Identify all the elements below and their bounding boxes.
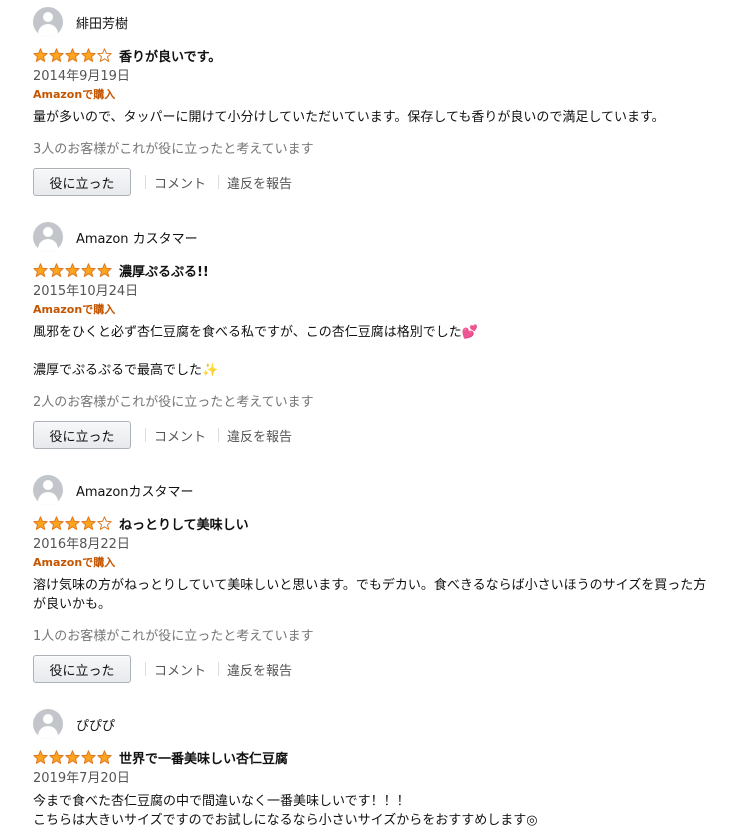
review-body-paragraph: 溶け気味の方がねっとりしていて美味しいと思います。でもデカい。食べきるならば小さ… — [33, 578, 707, 612]
review-card: 緋田芳樹 香りが良いです。 2014年9月19日 Amazonで購入 量が多いの… — [33, 7, 713, 202]
review-title[interactable]: 世界で一番美味しい杏仁豆腐 — [119, 748, 288, 767]
reviewer-name: Amazon カスタマー — [76, 231, 198, 247]
star-filled-icon — [33, 263, 48, 277]
helpful-count-text: 1人のお客様がこれが役に立ったと考えています — [33, 629, 314, 644]
helpful-button[interactable]: 役に立った — [33, 421, 131, 449]
star-filled-icon — [97, 750, 112, 764]
divider — [218, 428, 220, 442]
star-filled-icon — [65, 750, 80, 764]
star-filled-icon — [49, 263, 64, 277]
reviewer-profile[interactable]: 緋田芳樹 — [33, 7, 128, 37]
star-filled-icon — [65, 516, 80, 530]
star-filled-icon — [81, 516, 96, 530]
verified-purchase-badge[interactable]: Amazonで購入 — [33, 301, 115, 317]
helpful-count-text: 3人のお客様がこれが役に立ったと考えています — [33, 142, 314, 157]
star-rating[interactable] — [33, 750, 112, 765]
report-abuse-link[interactable]: 違反を報告 — [227, 660, 292, 679]
star-filled-icon — [97, 263, 112, 277]
review-body: 風邪をひくと必ず杏仁豆腐を食べる私ですが、この杏仁豆腐は格別でした💕 濃厚でぷる… — [33, 323, 713, 380]
star-filled-icon — [33, 516, 48, 530]
star-filled-icon — [49, 48, 64, 62]
review-title[interactable]: 濃厚ぷるぷる!! — [119, 261, 209, 280]
star-rating[interactable] — [33, 48, 112, 63]
star-empty-icon — [97, 48, 112, 62]
comment-link[interactable]: コメント — [154, 660, 206, 679]
star-filled-icon — [49, 516, 64, 530]
report-abuse-link[interactable]: 違反を報告 — [227, 426, 292, 445]
review-body-paragraph: こちらは大きいサイズですのでお試しになるなら小さいサイズからをおすすめします◎ — [33, 813, 538, 828]
review-date: 2019年7月20日 — [33, 771, 130, 786]
default-user-avatar-icon — [33, 222, 63, 252]
star-filled-icon — [65, 48, 80, 62]
review-card: Amazon カスタマー 濃厚ぷるぷる!! 2015年10月24日 Amazon… — [33, 222, 713, 454]
comment-link[interactable]: コメント — [154, 173, 206, 192]
review-card: Amazonカスタマー ねっとりして美味しい 2016年8月22日 Amazon… — [33, 475, 713, 689]
reviewer-profile[interactable]: Amazon カスタマー — [33, 222, 198, 252]
star-rating[interactable] — [33, 263, 112, 278]
review-title[interactable]: ねっとりして美味しい — [119, 514, 249, 533]
review-body-paragraph: 風邪をひくと必ず杏仁豆腐を食べる私ですが、この杏仁豆腐は格別でした💕 — [33, 325, 478, 340]
divider — [218, 662, 220, 676]
verified-purchase-badge[interactable]: Amazonで購入 — [33, 86, 115, 102]
review-card: ぴぴぴ 世界で一番美味しい杏仁豆腐 2019年7月20日 今まで食べた杏仁豆腐の… — [33, 709, 713, 836]
divider — [145, 662, 146, 676]
star-rating[interactable] — [33, 516, 112, 531]
divider — [218, 175, 220, 189]
review-body-paragraph: 濃厚でぷるぷるで最高でした✨ — [33, 363, 219, 378]
helpful-button[interactable]: 役に立った — [33, 655, 131, 683]
divider — [145, 175, 146, 189]
star-filled-icon — [33, 48, 48, 62]
reviewer-profile[interactable]: Amazonカスタマー — [33, 475, 194, 505]
report-abuse-link[interactable]: 違反を報告 — [227, 173, 292, 192]
reviewer-name: Amazonカスタマー — [76, 484, 194, 500]
star-filled-icon — [81, 263, 96, 277]
divider — [145, 428, 146, 442]
review-date: 2016年8月22日 — [33, 537, 130, 552]
star-filled-icon — [81, 48, 96, 62]
star-filled-icon — [65, 263, 80, 277]
helpful-button[interactable]: 役に立った — [33, 168, 131, 196]
helpful-count-text: 2人のお客様がこれが役に立ったと考えています — [33, 395, 314, 410]
star-filled-icon — [49, 750, 64, 764]
review-body: 今まで食べた杏仁豆腐の中で間違いなく一番美味しいです！！！ こちらは大きいサイズ… — [33, 792, 713, 830]
default-user-avatar-icon — [33, 709, 63, 739]
review-date: 2014年9月19日 — [33, 69, 130, 84]
review-body: 溶け気味の方がねっとりしていて美味しいと思います。でもデカい。食べきるならば小さ… — [33, 576, 713, 614]
verified-purchase-badge[interactable]: Amazonで購入 — [33, 554, 115, 570]
reviewer-name: 緋田芳樹 — [76, 16, 129, 32]
default-user-avatar-icon — [33, 475, 63, 505]
star-empty-icon — [97, 516, 112, 530]
reviewer-profile[interactable]: ぴぴぴ — [33, 709, 115, 739]
comment-link[interactable]: コメント — [154, 426, 206, 445]
review-body-paragraph: 量が多いので、タッパーに開けて小分けしていただいています。保存しても香りが良いの… — [33, 110, 665, 125]
review-body: 量が多いので、タッパーに開けて小分けしていただいています。保存しても香りが良いの… — [33, 108, 713, 127]
review-title[interactable]: 香りが良いです。 — [119, 46, 221, 65]
default-user-avatar-icon — [33, 7, 63, 37]
review-date: 2015年10月24日 — [33, 284, 139, 299]
star-filled-icon — [81, 750, 96, 764]
reviewer-name: ぴぴぴ — [76, 718, 116, 734]
review-body-paragraph: 今まで食べた杏仁豆腐の中で間違いなく一番美味しいです！！！ — [33, 794, 410, 809]
star-filled-icon — [33, 750, 48, 764]
